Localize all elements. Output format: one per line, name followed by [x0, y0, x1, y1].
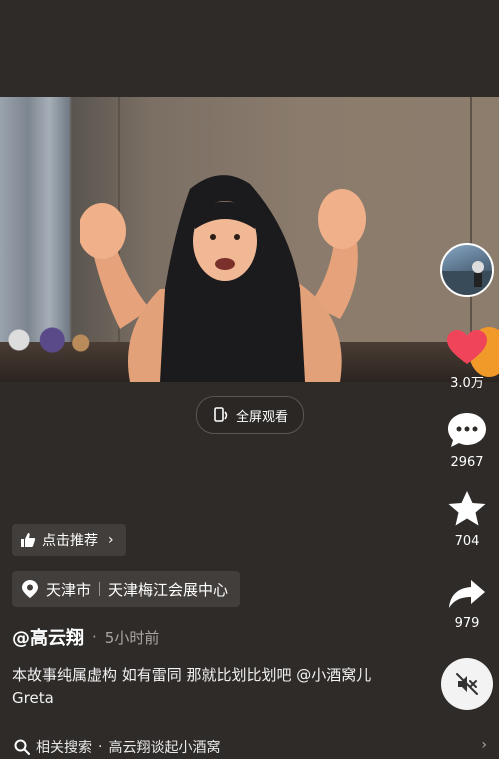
star-icon — [448, 491, 486, 526]
speaker-muted-icon — [456, 673, 478, 695]
time-separator: · — [92, 628, 97, 646]
fullscreen-button[interactable]: 全屏观看 — [196, 396, 304, 434]
author-name[interactable]: @高云翔 — [12, 624, 84, 650]
thumbs-up-icon — [21, 533, 36, 547]
share-count: 979 — [454, 616, 480, 631]
comment-button[interactable]: 2967 — [440, 411, 494, 470]
mute-button[interactable] — [441, 658, 493, 710]
author-row: @高云翔 · 5小时前 — [12, 624, 159, 650]
creator-avatar[interactable] — [440, 243, 494, 297]
recommend-button[interactable]: 点击推荐 › — [12, 524, 126, 556]
post-time: 5小时前 — [104, 628, 160, 647]
heart-icon — [447, 330, 487, 364]
location-divider — [99, 582, 101, 596]
person-in-video — [80, 175, 366, 382]
location-tag[interactable]: 天津市 天津梅江会展中心 — [12, 571, 241, 607]
related-search-query: 高云翔谈起小酒窝 — [108, 739, 221, 756]
chevron-right-icon: › — [108, 532, 114, 548]
rotate-screen-icon — [214, 407, 228, 422]
recommend-label: 点击推荐 — [42, 533, 98, 549]
share-arrow-icon — [449, 580, 485, 608]
related-search-label: 相关搜索 — [36, 739, 92, 756]
comment-icon — [448, 413, 486, 447]
location-place: 天津梅江会展中心 — [108, 580, 229, 599]
related-search-bar[interactable]: 相关搜索 · 高云翔谈起小酒窝 › — [0, 734, 499, 759]
comment-count: 2967 — [450, 455, 484, 470]
like-count: 3.0万 — [450, 376, 484, 391]
video-frame[interactable] — [0, 97, 499, 382]
chevron-right-icon: › — [481, 737, 487, 753]
post-caption: 本故事纯属虚构 如有雷同 那就比划比划吧 @小酒窝儿Greta — [12, 666, 372, 707]
share-button[interactable]: 979 — [440, 578, 494, 631]
like-button[interactable]: 3.0万 — [440, 330, 494, 391]
related-search-sep: · — [98, 738, 103, 755]
search-icon — [14, 739, 30, 755]
favorite-count: 704 — [454, 534, 480, 549]
favorite-button[interactable]: 704 — [440, 490, 494, 549]
location-city: 天津市 — [46, 580, 92, 599]
location-pin-icon — [22, 580, 38, 598]
fullscreen-label: 全屏观看 — [235, 409, 288, 425]
